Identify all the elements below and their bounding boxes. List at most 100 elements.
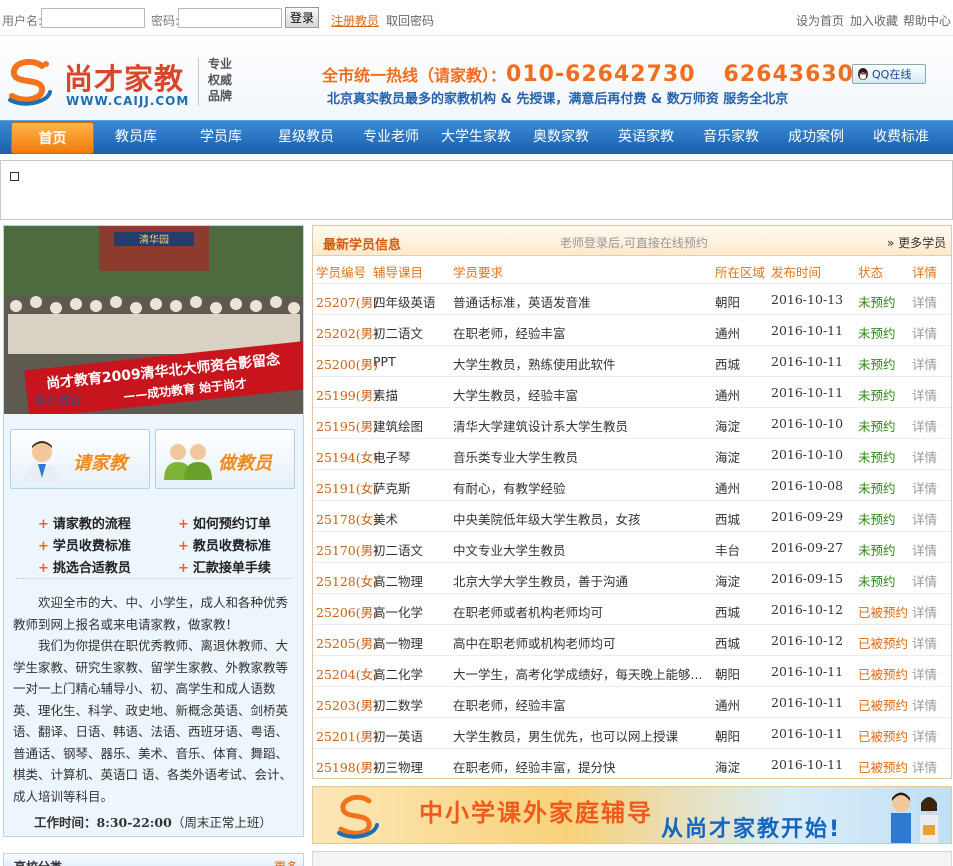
- cell-detail-link[interactable]: 详情: [912, 571, 937, 590]
- table-row[interactable]: 25207(男) 四年级英语 普通话标准，英语发音准 朝阳 2016-10-13 未预约 详…: [313, 283, 951, 314]
- nav-item-math-olympiad[interactable]: 奥数家教: [525, 121, 597, 154]
- cell-area: 海淀: [715, 419, 741, 434]
- add-favorite-link[interactable]: 加入收藏: [850, 12, 898, 29]
- cell-detail-link[interactable]: 详情: [912, 633, 937, 652]
- more-students-link[interactable]: » 更多学员: [887, 234, 946, 251]
- cell-detail-link[interactable]: 详情: [912, 292, 937, 311]
- cell-detail-link[interactable]: 详情: [912, 323, 937, 342]
- cell-student-id[interactable]: 25195(男): [316, 416, 378, 435]
- cell-requirement: 音乐类专业大学生教员: [453, 450, 579, 465]
- table-row[interactable]: 25202(男) 初二语文 在职老师，经验丰富 通州 2016-10-11 未预约 详情: [313, 314, 951, 345]
- cell-detail-link[interactable]: 详情: [912, 416, 937, 435]
- cell-detail-link[interactable]: 详情: [912, 509, 937, 528]
- cell-detail-link[interactable]: 详情: [912, 540, 937, 559]
- cell-student-id[interactable]: 25207(男): [316, 292, 378, 311]
- hotline-label: 全市统一热线（请家教）：: [322, 66, 507, 85]
- table-row[interactable]: 25170(男) 初二语文 中文专业大学生教员 丰台 2016-09-27 未预约 详情: [313, 531, 951, 562]
- cell-student-id[interactable]: 25201(男): [316, 726, 378, 745]
- username-input[interactable]: [41, 8, 145, 28]
- password-label: 密码:: [151, 14, 180, 28]
- nav-item-cases[interactable]: 成功案例: [780, 121, 852, 154]
- table-row[interactable]: 25178(女) 美术 中央美院低年级大学生教员，女孩 西城 2016-09-29 未预约…: [313, 500, 951, 531]
- cell-detail-link[interactable]: 详情: [912, 757, 937, 776]
- cell-area: 海淀: [715, 574, 741, 589]
- link-choose-teacher[interactable]: + 挑选合适教员: [38, 557, 131, 576]
- link-student-fees[interactable]: + 学员收费标准: [38, 535, 131, 554]
- set-homepage-link[interactable]: 设为首页: [796, 12, 844, 29]
- promo-banner[interactable]: 中小学课外家庭辅导 从尚才家教开始!: [312, 786, 952, 844]
- link-remit-procedure[interactable]: + 汇款接单手续: [178, 557, 271, 576]
- recover-password-link[interactable]: 取回密码: [386, 12, 434, 29]
- cell-detail-link[interactable]: 详情: [912, 695, 937, 714]
- table-row[interactable]: 25199(男) 素描 大学生教员，经验丰富 通州 2016-10-11 未预约 详情: [313, 376, 951, 407]
- cell-student-id[interactable]: 25204(女): [316, 664, 378, 683]
- cell-detail-link[interactable]: 详情: [912, 478, 937, 497]
- table-row[interactable]: 25195(男) 建筑绘图 清华大学建筑设计系大学生教员 海淀 2016-10-10 未预…: [313, 407, 951, 438]
- table-row[interactable]: 25201(男) 初一英语 大学生教员，男生优先，也可以网上授课 朝阳 2016-10-…: [313, 717, 951, 748]
- nav-item-english[interactable]: 英语家教: [610, 121, 682, 154]
- table-row[interactable]: 25203(男) 初二数学 在职老师，经验丰富 通州 2016-10-11 已被预约 详情: [313, 686, 951, 717]
- cell-area: 西城: [715, 512, 741, 527]
- nav-item-teachers[interactable]: 教员库: [100, 121, 172, 154]
- cell-status: 未预约: [858, 481, 896, 496]
- cell-student-id[interactable]: 25206(男): [316, 602, 378, 621]
- nav-item-students[interactable]: 学员库: [185, 121, 257, 154]
- nav-item-star-teachers[interactable]: 星级教员: [270, 121, 342, 154]
- cell-requirement: 大一学生，高考化学成绩好，每天晚上能够...: [453, 667, 701, 682]
- cell-student-id[interactable]: 25170(男): [316, 540, 378, 559]
- table-row[interactable]: 25128(女) 高二物理 北京大学大学生教员，善于沟通 海淀 2016-09-15 未预…: [313, 562, 951, 593]
- cell-student-id[interactable]: 25178(女): [316, 509, 378, 528]
- cell-course: 电子琴: [373, 450, 411, 465]
- table-row[interactable]: 25191(女) 萨克斯 有耐心，有教学经验 通州 2016-10-08 未预约 详情: [313, 469, 951, 500]
- table-row[interactable]: 25194(女) 电子琴 音乐类专业大学生教员 海淀 2016-10-10 未预约 详情: [313, 438, 951, 469]
- cell-student-id[interactable]: 25205(男): [316, 633, 378, 652]
- cell-student-id[interactable]: 25128(女): [316, 571, 378, 590]
- cell-student-id[interactable]: 25203(男): [316, 695, 378, 714]
- nav-item-college-tutors[interactable]: 大学生家教: [436, 121, 516, 154]
- cell-detail-link[interactable]: 详情: [912, 354, 937, 373]
- cell-detail-link[interactable]: 详情: [912, 385, 937, 404]
- table-row[interactable]: 25206(男) 高一化学 在职老师或者机构老师均可 西城 2016-10-12 已被预约…: [313, 593, 951, 624]
- login-button[interactable]: 登录: [285, 7, 319, 28]
- cell-status: 未预约: [858, 450, 896, 465]
- link-how-to-book[interactable]: + 如何预约订单: [178, 513, 271, 532]
- nav-item-pro-teachers[interactable]: 专业老师: [355, 121, 427, 154]
- col-detail: 详情: [912, 265, 938, 280]
- table-row[interactable]: 25198(男) 初三物理 在职老师，经验丰富，提分快 海淀 2016-10-11 已被预…: [313, 748, 951, 779]
- cell-detail-link[interactable]: 详情: [912, 602, 937, 621]
- cell-requirement: 中文专业大学生教员: [453, 543, 566, 558]
- cell-detail-link[interactable]: 详情: [912, 447, 937, 466]
- cell-student-id[interactable]: 25191(女): [316, 478, 378, 497]
- become-teacher-button[interactable]: 做教员: [155, 429, 295, 489]
- cell-date: 2016-10-10: [771, 416, 844, 431]
- nav-item-fees[interactable]: 收费标准: [865, 121, 937, 154]
- cell-student-id[interactable]: 25202(男): [316, 323, 378, 342]
- register-teacher-link[interactable]: 注册教员: [331, 12, 379, 29]
- table-row[interactable]: 25204(女) 高二化学 大一学生，高考化学成绩好，每天晚上能够... 朝阳 2016…: [313, 655, 951, 686]
- request-tutor-button[interactable]: 请家教: [10, 429, 150, 489]
- link-teacher-fees[interactable]: + 教员收费标准: [178, 535, 271, 554]
- nav-item-home[interactable]: 首页: [11, 122, 94, 154]
- qq-online-button[interactable]: QQ在线: [852, 64, 926, 84]
- college-category-more[interactable]: 更多: [274, 858, 298, 866]
- cell-student-id[interactable]: 25194(女): [316, 447, 378, 466]
- password-input[interactable]: [178, 8, 282, 28]
- cell-student-id[interactable]: 25199(男): [316, 385, 378, 404]
- nav-item-music[interactable]: 音乐家教: [695, 121, 767, 154]
- link-request-process[interactable]: + 请家教的流程: [38, 513, 131, 532]
- slogan: 专业 权威 品牌: [208, 56, 242, 104]
- logo-swirl-icon[interactable]: [4, 56, 56, 106]
- cell-student-id[interactable]: 25200(男): [316, 354, 378, 373]
- cell-student-id[interactable]: 25198(男): [316, 757, 378, 776]
- cell-status: 已被预约: [858, 760, 909, 775]
- cell-course: 素描: [373, 388, 399, 403]
- help-center-link[interactable]: 帮助中心: [903, 12, 951, 29]
- cell-detail-link[interactable]: 详情: [912, 664, 937, 683]
- cell-status: 已被预约: [858, 729, 909, 744]
- cell-course: 美术: [373, 512, 399, 527]
- table-row[interactable]: 25205(男) 高一物理 高中在职老师或机构老师均可 西城 2016-10-12 已被预…: [313, 624, 951, 655]
- table-row[interactable]: 25200(男) PPT 大学生教员，熟练使用此软件 西城 2016-10-11 未预约 详…: [313, 345, 951, 376]
- cell-requirement: 大学生教员，经验丰富: [453, 388, 579, 403]
- cell-detail-link[interactable]: 详情: [912, 726, 937, 745]
- cell-status: 已被预约: [858, 636, 909, 651]
